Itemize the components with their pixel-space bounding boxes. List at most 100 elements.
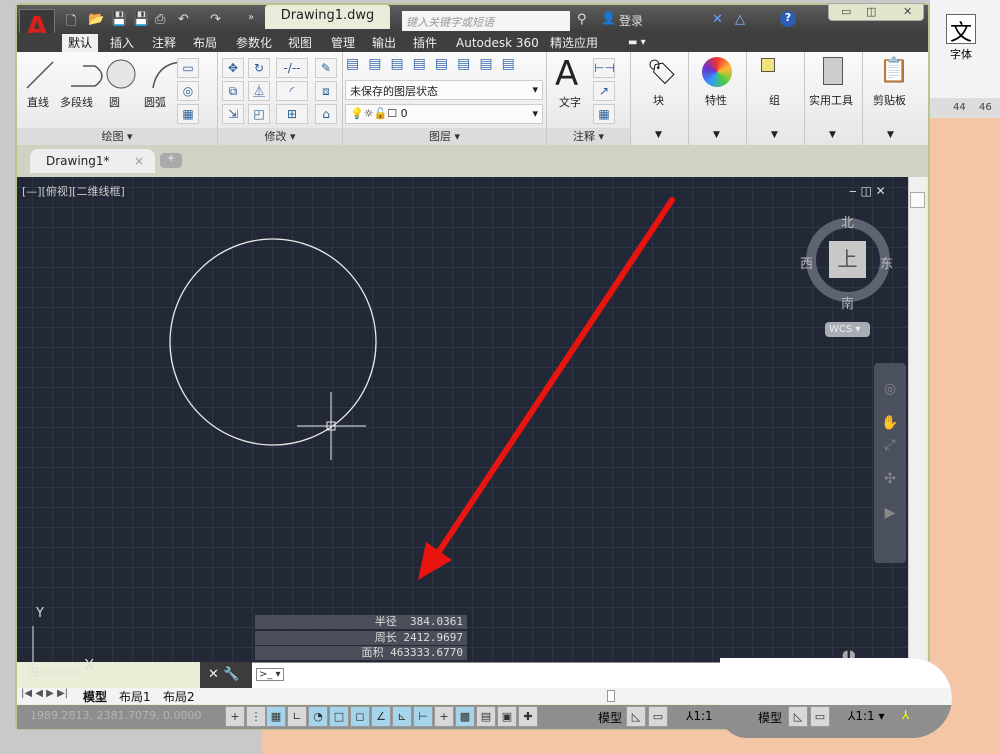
utilities-panel[interactable]: 实用工具 ▼ <box>805 52 863 145</box>
drawing-viewport[interactable] <box>17 177 908 662</box>
wcs-menu[interactable]: WCS ▾ <box>825 322 870 337</box>
move-icon[interactable]: ✥ <box>222 58 244 78</box>
tab-featured-apps[interactable]: 精选应用 <box>544 34 604 52</box>
draw-panel-title[interactable]: 绘图 ▾ <box>17 128 217 145</box>
erase-icon[interactable]: ✎ <box>315 58 337 78</box>
leader-icon[interactable]: ↗ <box>593 81 615 101</box>
block-panel[interactable]: 🏷 块 ▼ <box>631 52 689 145</box>
tab-insert[interactable]: 插入 <box>104 34 140 52</box>
search-input[interactable]: 键入关键字或短语 <box>402 11 570 31</box>
vertical-scrollbar[interactable] <box>908 177 926 688</box>
tab-default[interactable]: 默认 <box>62 34 99 52</box>
tab-model[interactable]: 模型 <box>83 688 107 705</box>
binoculars-icon[interactable]: ⚲ <box>577 12 587 27</box>
transparency-icon[interactable]: ▩ <box>455 706 475 727</box>
redo-icon[interactable]: ↷ <box>210 12 221 27</box>
viewport-controls-label[interactable]: [—][俯视][二维线框] <box>22 183 125 199</box>
ortho-icon[interactable]: ∟ <box>287 706 307 727</box>
pan-icon[interactable]: ✋ <box>874 415 906 431</box>
explode-icon[interactable]: ⧈ <box>315 81 337 101</box>
modify-panel-title[interactable]: 修改 ▾ <box>218 128 342 145</box>
minimize-icon[interactable]: ▭ <box>841 5 851 18</box>
tab-annotate[interactable]: 注释 <box>146 34 182 52</box>
save-icon[interactable]: 💾 <box>111 12 127 27</box>
circle-tool[interactable]: 圆 <box>109 94 120 110</box>
tab-a360[interactable]: Autodesk 360 <box>450 34 545 52</box>
copy-icon[interactable]: ⧉ <box>222 81 244 101</box>
quick-view-drawings-icon[interactable]: ▭ <box>648 706 668 727</box>
layer-tool-icons[interactable]: ▤▤▤▤▤▤▤▤ <box>346 56 524 72</box>
steeringwheel-icon[interactable]: ◎ <box>874 381 906 397</box>
polar-icon[interactable]: ◔ <box>308 706 328 727</box>
inset-annotation-scale[interactable]: ⅄1:1 ▾ <box>848 709 885 723</box>
viewcube-top-face[interactable]: 上 <box>829 241 866 278</box>
selection-cycling-icon[interactable]: ▣ <box>497 706 517 727</box>
dimension-icon[interactable]: ⊢⊣ <box>593 58 615 78</box>
clipboard-panel[interactable]: 📋 剪贴板 ▼ <box>863 52 921 145</box>
stretch-icon[interactable]: ⇲ <box>222 104 244 124</box>
document-tab-drawing1[interactable]: Drawing1* × <box>30 149 155 173</box>
exchange-icon[interactable]: ✕ <box>712 12 723 27</box>
table-icon[interactable]: ▦ <box>593 104 615 124</box>
viewcube-west[interactable]: 西 <box>800 253 813 272</box>
orbit-icon[interactable]: ✣ <box>874 471 906 487</box>
layer-state-select[interactable]: 未保存的图层状态 ▾ <box>345 80 543 100</box>
viewcube-south[interactable]: 南 <box>841 293 854 312</box>
line-tool[interactable]: 直线 <box>27 94 49 110</box>
tab-manage[interactable]: 管理 <box>325 34 361 52</box>
plot-icon[interactable]: ⎙ <box>155 12 165 27</box>
osnap-icon[interactable]: □ <box>329 706 349 727</box>
close-command-icon[interactable]: ✕ <box>208 667 219 682</box>
tab-parametric[interactable]: 参数化 <box>230 34 278 52</box>
showmotion-icon[interactable]: ▶ <box>874 505 906 521</box>
customize-icon[interactable]: 🔧 <box>223 667 239 682</box>
tab-layout2[interactable]: 布局2 <box>163 688 195 705</box>
rectangle-icon[interactable]: ▭ <box>177 58 199 78</box>
offset-icon[interactable]: ⌂ <box>315 104 337 124</box>
open-icon[interactable]: 📂 <box>88 12 104 27</box>
tab-addins[interactable]: 插件 <box>407 34 443 52</box>
model-space-button[interactable]: 模型 <box>598 709 622 726</box>
new-icon[interactable]: 🗋 <box>66 12 76 34</box>
scroll-thumb[interactable] <box>910 192 925 208</box>
quick-properties-icon[interactable]: ▤ <box>476 706 496 727</box>
quick-view-layouts-icon[interactable]: ◺ <box>626 706 646 727</box>
fillet-icon[interactable]: ◜ <box>276 81 308 101</box>
dyn-icon[interactable]: ⊢ <box>413 706 433 727</box>
maximize-icon[interactable]: ◫ <box>866 5 876 18</box>
viewport-minimize-icon[interactable]: ‒ <box>849 184 857 198</box>
viewport-restore-icon[interactable]: ◫ <box>860 184 871 198</box>
a360-icon[interactable]: △ <box>735 12 745 27</box>
otrack-icon[interactable]: ∠ <box>371 706 391 727</box>
lineweight-icon[interactable]: + <box>434 706 454 727</box>
layers-panel-title[interactable]: 图层 ▾ <box>343 128 546 145</box>
layer-select[interactable]: 💡☼🔓☐ 0 ▾ <box>345 104 543 124</box>
mirror-icon[interactable]: ⏅ <box>248 81 270 101</box>
layout-nav-arrows[interactable]: |◀ ◀ ▶ ▶| <box>21 688 68 699</box>
help-icon[interactable]: ? <box>780 11 796 27</box>
polyline-tool[interactable]: 多段线 <box>60 94 93 110</box>
properties-panel[interactable]: 特性 ▼ <box>689 52 747 145</box>
hatch-icon[interactable]: ▦ <box>177 104 199 124</box>
tab-layout[interactable]: 布局 <box>187 34 223 52</box>
annotation-panel-title[interactable]: 注释 ▾ <box>547 128 630 145</box>
tab-view[interactable]: 视图 <box>282 34 318 52</box>
rotate-icon[interactable]: ↻ <box>248 58 270 78</box>
new-tab-button[interactable]: + <box>160 153 182 168</box>
viewcube-east[interactable]: 东 <box>880 253 893 272</box>
close-icon[interactable]: ✕ <box>903 5 912 18</box>
inset-model-button[interactable]: 模型 <box>758 709 782 726</box>
font-icon[interactable]: 文 <box>946 14 976 46</box>
more-icon[interactable]: » <box>248 12 254 23</box>
ribbon-minimize-icon[interactable]: ▬ ▾ <box>622 34 652 52</box>
scale-icon[interactable]: ◰ <box>248 104 270 124</box>
saveas-icon[interactable]: 💾 <box>133 12 149 27</box>
snap-icon[interactable]: ⋮ <box>246 706 266 727</box>
viewport-close-icon[interactable]: ✕ <box>876 184 886 198</box>
grid-icon[interactable]: ▦ <box>266 706 286 727</box>
array-icon[interactable]: ⊞ <box>276 104 308 124</box>
inset-layouts-icon[interactable]: ◺ <box>788 706 808 727</box>
arc-tool[interactable]: 圆弧 <box>144 94 166 110</box>
annotation-monitor-toggle-icon[interactable]: ✚ <box>518 706 538 727</box>
text-tool[interactable]: 文字 <box>559 94 581 110</box>
